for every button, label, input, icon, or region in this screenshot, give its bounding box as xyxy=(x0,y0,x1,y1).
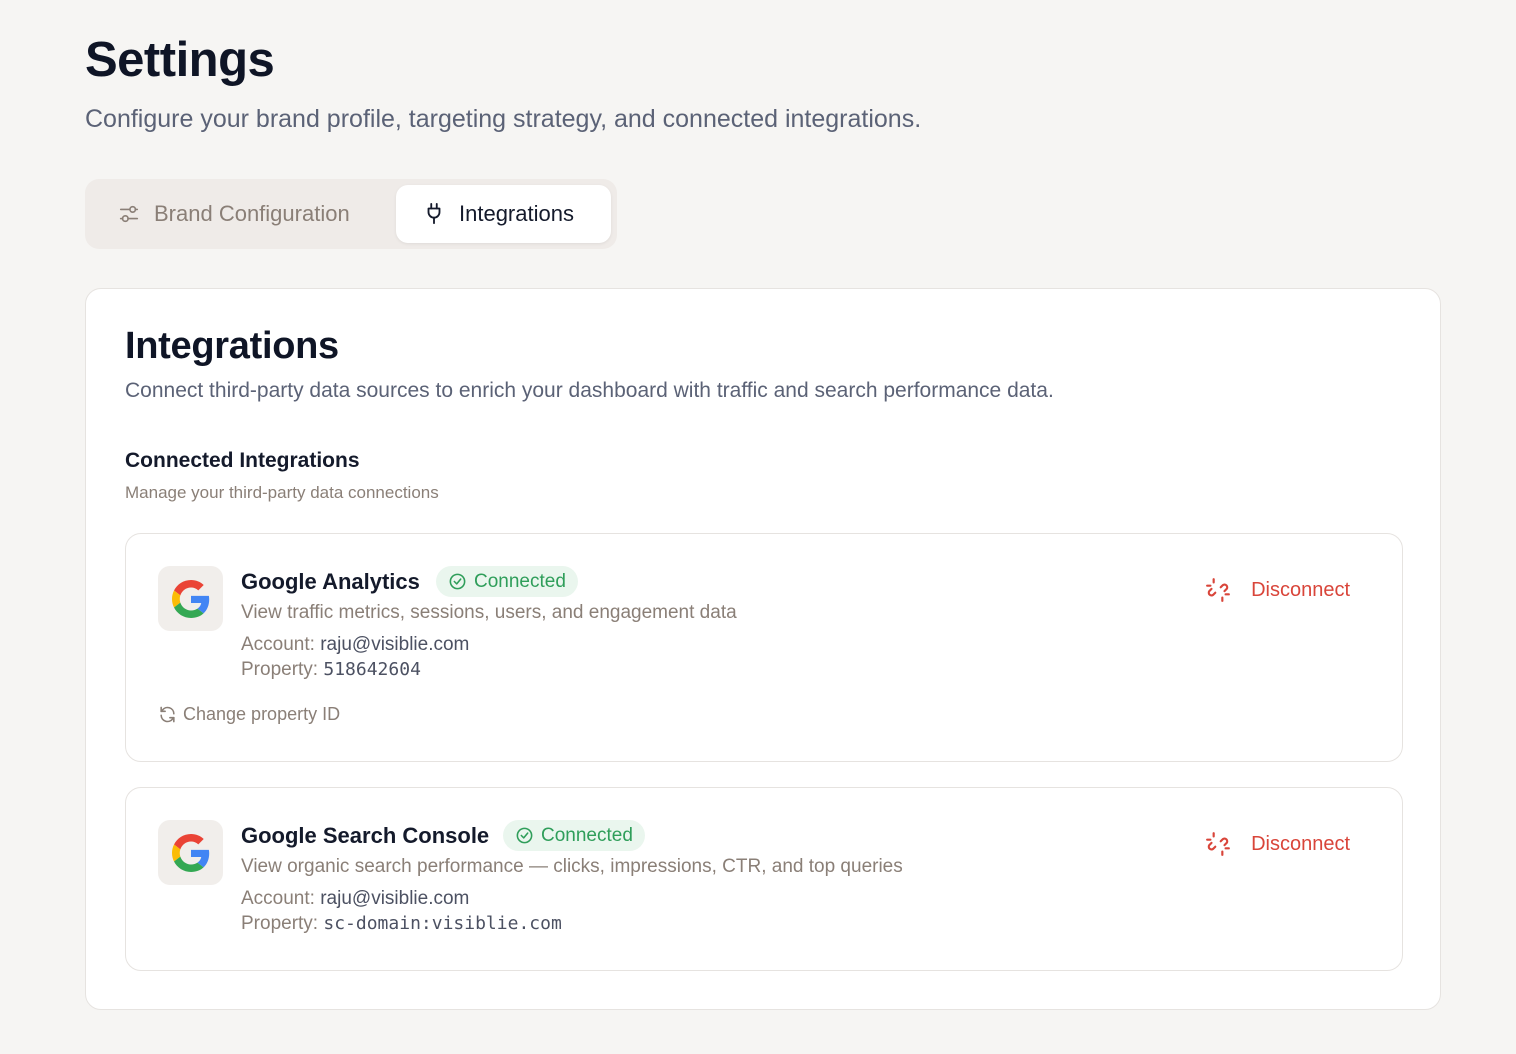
property-value: sc-domain:visiblie.com xyxy=(323,913,562,934)
property-label: Property: xyxy=(241,659,319,680)
google-logo-icon xyxy=(158,566,223,631)
integration-google-search-console: Google Search Console Connected View org… xyxy=(125,787,1403,971)
account-value: raju@visiblie.com xyxy=(320,888,470,909)
connected-integrations-title: Connected Integrations xyxy=(125,449,360,472)
property-value: 518642604 xyxy=(323,659,421,680)
tab-label: Integrations xyxy=(459,201,574,226)
page-subtitle: Configure your brand profile, targeting … xyxy=(85,105,922,133)
account-label: Account: xyxy=(241,888,315,909)
page-title: Settings xyxy=(85,33,275,87)
settings-tabs: Brand Configuration Integrations xyxy=(85,179,617,249)
status-label: Connected xyxy=(541,824,633,846)
property-line: Property: 518642604 xyxy=(241,659,421,681)
plug-icon xyxy=(427,203,441,225)
integration-google-analytics: Google Analytics Connected View traffic … xyxy=(125,533,1403,762)
check-circle-icon xyxy=(449,573,466,590)
tab-brand-configuration[interactable]: Brand Configuration xyxy=(91,185,396,243)
connected-integrations-description: Manage your third-party data connections xyxy=(125,483,439,502)
tab-label: Brand Configuration xyxy=(154,201,350,226)
status-badge: Connected xyxy=(436,566,578,597)
integration-name: Google Analytics xyxy=(241,569,420,594)
account-line: Account: raju@visiblie.com xyxy=(241,888,469,910)
change-property-id-button[interactable]: Change property ID xyxy=(158,704,340,725)
disconnect-label: Disconnect xyxy=(1251,832,1350,855)
status-badge: Connected xyxy=(503,820,645,851)
refresh-icon xyxy=(160,706,175,723)
status-label: Connected xyxy=(474,570,566,592)
disconnect-label: Disconnect xyxy=(1251,578,1350,601)
integration-description: View organic search performance — clicks… xyxy=(241,856,903,877)
disconnect-button[interactable]: Disconnect xyxy=(1205,577,1350,603)
settings-page: Settings Configure your brand profile, t… xyxy=(0,0,1516,1054)
sliders-icon xyxy=(119,205,139,223)
account-value: raju@visiblie.com xyxy=(320,634,470,655)
disconnect-button[interactable]: Disconnect xyxy=(1205,831,1350,857)
integration-name: Google Search Console xyxy=(241,823,490,848)
account-label: Account: xyxy=(241,634,315,655)
tab-integrations[interactable]: Integrations xyxy=(396,185,611,243)
property-label: Property: xyxy=(241,913,319,934)
account-line: Account: raju@visiblie.com xyxy=(241,634,469,656)
change-property-label: Change property ID xyxy=(183,704,341,724)
check-circle-icon xyxy=(516,827,533,844)
integrations-description: Connect third-party data sources to enri… xyxy=(125,379,1054,402)
integration-description: View traffic metrics, sessions, users, a… xyxy=(241,602,737,623)
google-logo-icon xyxy=(158,820,223,885)
integrations-title: Integrations xyxy=(125,325,339,367)
integrations-card: Integrations Connect third-party data so… xyxy=(85,288,1441,1010)
unlink-icon xyxy=(1206,832,1230,856)
property-line: Property: sc-domain:visiblie.com xyxy=(241,913,562,935)
unlink-icon xyxy=(1206,578,1230,602)
